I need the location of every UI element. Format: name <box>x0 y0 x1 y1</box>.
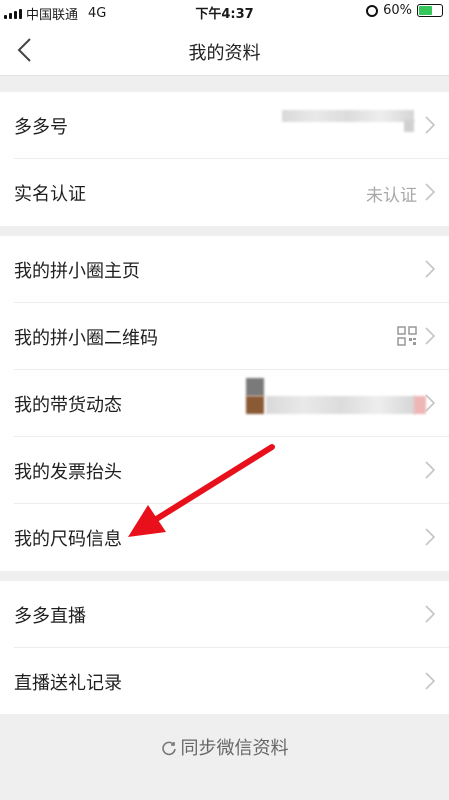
row-label: 我的尺码信息 <box>14 529 122 550</box>
chevron-right-icon <box>425 116 436 134</box>
verification-status: 未认证 <box>366 186 417 206</box>
redacted-value <box>282 110 414 122</box>
section-account: 多多号 实名认证 未认证 <box>0 92 449 226</box>
chevron-right-icon <box>425 327 436 345</box>
redacted-value <box>266 396 416 414</box>
sync-footer: 同步微信资料 <box>0 714 449 800</box>
section-live: 多多直播 直播送礼记录 <box>0 581 449 715</box>
row-duoduo-id[interactable]: 多多号 <box>14 92 449 159</box>
row-label: 多多号 <box>14 117 68 138</box>
redacted-avatar <box>246 378 264 396</box>
alarm-icon <box>366 4 379 17</box>
qr-code-icon <box>397 326 417 346</box>
page-title: 我的资料 <box>188 43 261 64</box>
row-label: 实名认证 <box>14 184 86 205</box>
nav-bar: 我的资料 <box>0 24 449 76</box>
chevron-right-icon <box>425 672 436 690</box>
battery-percent: 60% <box>383 3 412 18</box>
redacted-value <box>404 120 414 132</box>
row-invoice-title[interactable]: 我的发票抬头 <box>14 437 449 504</box>
battery-icon <box>417 4 443 17</box>
redacted-avatar <box>246 396 264 414</box>
row-circle-qr[interactable]: 我的拼小圈二维码 <box>14 303 449 370</box>
row-sales-feed[interactable]: 我的带货动态 <box>14 370 449 437</box>
refresh-icon <box>161 741 176 756</box>
chevron-right-icon <box>425 605 436 623</box>
row-duoduo-live[interactable]: 多多直播 <box>14 581 449 648</box>
row-live-gift-records[interactable]: 直播送礼记录 <box>14 648 449 715</box>
row-label: 直播送礼记录 <box>14 673 122 694</box>
chevron-right-icon <box>425 260 436 278</box>
sync-label: 同步微信资料 <box>180 738 289 759</box>
row-label: 我的带货动态 <box>14 395 122 416</box>
chevron-right-icon <box>425 394 436 412</box>
status-bar: 中国联通 4G 下午4:37 60% <box>0 0 449 24</box>
status-right: 60% <box>366 3 443 18</box>
row-label: 我的拼小圈主页 <box>14 261 140 282</box>
row-label: 我的拼小圈二维码 <box>14 328 158 349</box>
row-label: 多多直播 <box>14 606 86 627</box>
row-circle-home[interactable]: 我的拼小圈主页 <box>14 236 449 303</box>
section-circle: 我的拼小圈主页 我的拼小圈二维码 我的带货动态 我的发票抬头 我的尺码信息 <box>0 236 449 571</box>
chevron-right-icon <box>425 461 436 479</box>
sync-wechat-button[interactable]: 同步微信资料 <box>0 734 449 760</box>
row-label: 我的发票抬头 <box>14 462 122 483</box>
row-real-name[interactable]: 实名认证 未认证 <box>14 159 449 226</box>
chevron-right-icon <box>425 183 436 201</box>
row-size-info[interactable]: 我的尺码信息 <box>14 504 449 571</box>
chevron-right-icon <box>425 528 436 546</box>
